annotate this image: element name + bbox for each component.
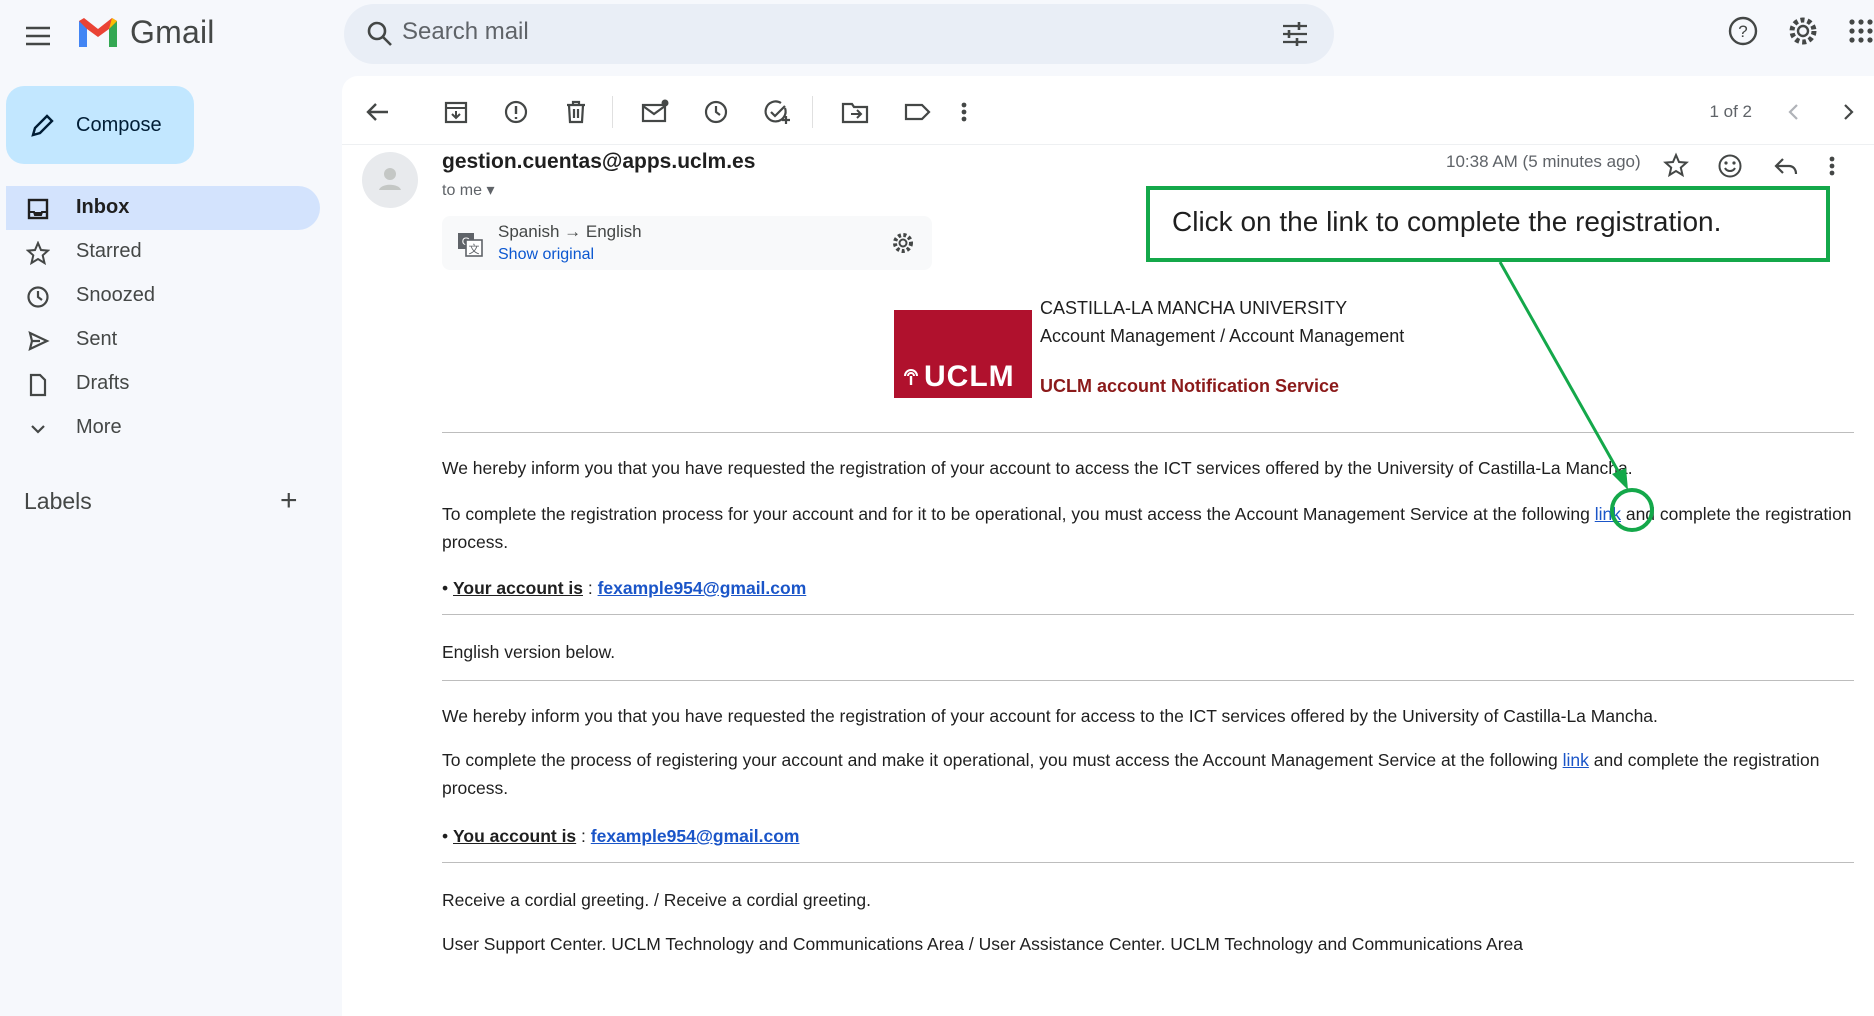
annotation-arrow (1498, 261, 1628, 490)
annotation-highlight-circle (1610, 488, 1654, 532)
